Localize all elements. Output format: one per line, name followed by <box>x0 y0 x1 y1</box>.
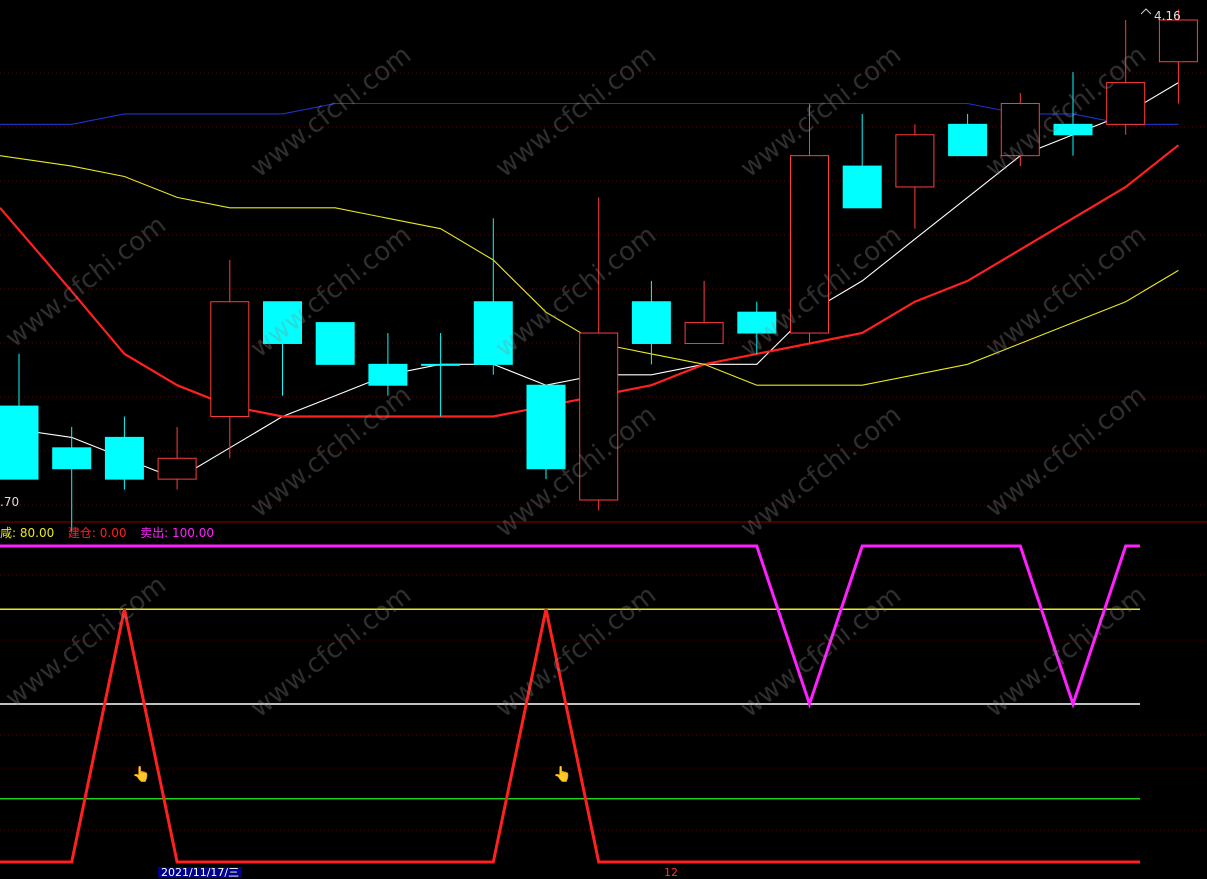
candle-body <box>0 405 39 480</box>
candle-body <box>1106 82 1146 125</box>
candle-body <box>104 436 144 480</box>
legend-value-2: 100.00 <box>172 526 215 540</box>
candle-body <box>1000 102 1040 157</box>
kline-chart[interactable]: 4.16 .70 <box>0 0 1207 875</box>
candle-body <box>579 332 619 501</box>
candle-body <box>473 301 513 365</box>
candle-body <box>631 301 671 344</box>
candle-body <box>210 301 250 418</box>
candle-body <box>1158 19 1198 63</box>
candle-body <box>421 363 461 366</box>
candle-body <box>263 301 302 344</box>
indicator-series-1 <box>0 544 1140 709</box>
candle-body <box>1053 123 1093 136</box>
candle-body <box>368 363 408 386</box>
axis-marker-label: 12 <box>664 866 678 879</box>
pointing-hand-icon: 👆 <box>553 766 572 783</box>
legend-label-0: 咸: <box>0 526 17 540</box>
candle-body <box>737 311 777 334</box>
date-axis-label: 2021/11/17/三 <box>158 867 243 878</box>
pointing-hand-icon: 👆 <box>132 766 151 783</box>
candle-body <box>790 155 829 334</box>
legend-value-1: 0.00 <box>99 526 127 540</box>
legend-value-0: 80.00 <box>19 526 55 540</box>
candle-body <box>52 447 92 470</box>
candle-body <box>895 134 935 188</box>
candle-body <box>315 322 355 365</box>
indicator-series-0 <box>0 608 1140 864</box>
candle-body <box>684 322 724 344</box>
price-low-label: .70 <box>0 495 19 509</box>
high-marker <box>1140 8 1152 15</box>
indicator-legend: 咸: 80.00 建仓: 0.00 卖出: 100.00 <box>0 524 214 540</box>
price-high-label: 4.16 <box>1154 9 1181 23</box>
legend-label-1: 建仓: <box>67 526 96 540</box>
chart-stage: 4.16.70 咸: 80.00 建仓: 0.00 卖出: 100.00 www… <box>0 0 1207 879</box>
candle-body <box>157 457 197 480</box>
candle-body <box>948 123 988 157</box>
candle-body <box>842 165 882 209</box>
legend-label-2: 卖出: <box>140 526 169 540</box>
candle-body <box>526 384 566 470</box>
